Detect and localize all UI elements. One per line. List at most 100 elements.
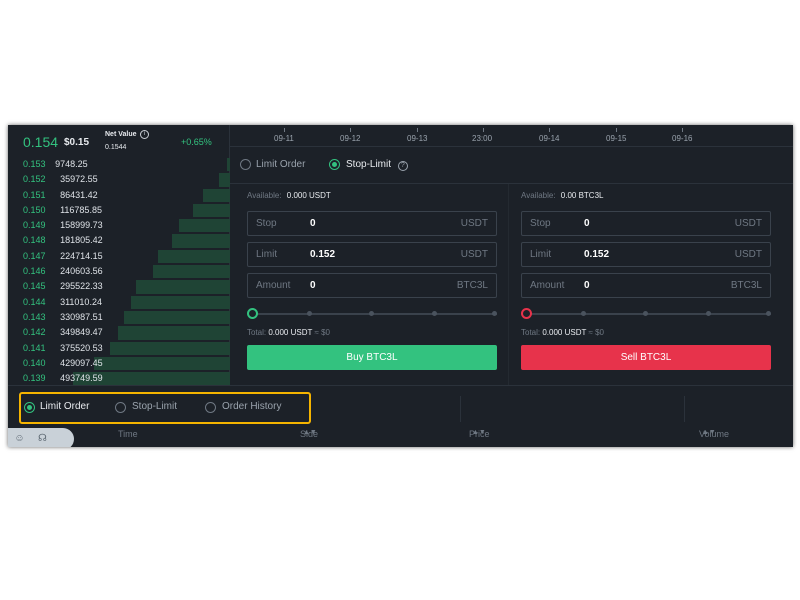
field-unit: USDT [734, 249, 762, 260]
order-book-header: 0.154 $0.15 Net Value i 0.1544 +0.65% [8, 125, 229, 157]
tab-label: Limit Order [256, 159, 306, 170]
row-total: 493749.59 [60, 373, 103, 384]
exchange-window: 0.154 $0.15 Net Value i 0.1544 +0.65% 0.… [8, 125, 793, 447]
order-book-row[interactable]: 0.15030354.43116785.85 [8, 203, 230, 218]
slider-step[interactable] [643, 311, 648, 316]
row-price: 0.152 [23, 174, 46, 185]
column-time[interactable]: Time [118, 429, 138, 439]
net-value-label: Net Value [105, 131, 137, 138]
radio-icon [205, 402, 216, 413]
depth-bar [153, 265, 230, 279]
sort-icon: ▲▼ [702, 429, 716, 436]
order-book-row[interactable]: 0.14125671.06375520.53 [8, 341, 230, 356]
order-book-row[interactable]: 0.14218861.96349849.47 [8, 325, 230, 340]
field-value: 0.152 [584, 249, 610, 260]
field-unit: BTC3L [456, 280, 488, 291]
slider-step[interactable] [581, 311, 586, 316]
smile-icon[interactable]: ☺ [14, 433, 25, 444]
headset-icon[interactable]: ☊ [37, 433, 48, 444]
time-tick: 09-12 [340, 134, 361, 143]
slider-step[interactable] [492, 311, 497, 316]
time-tick: 09-15 [606, 134, 627, 143]
sell-stop-field[interactable]: Stop 0 USDT [521, 211, 771, 236]
order-book-row[interactable]: 0.14742908.73224714.15 [8, 249, 230, 264]
slider-step[interactable] [706, 311, 711, 316]
order-book-row[interactable]: 0.15226224.3035972.55 [8, 172, 230, 187]
time-tick: 09-14 [539, 134, 560, 143]
order-book-rows: 0.1539748.259748.250.15226224.3035972.55… [8, 157, 230, 402]
total-value: 0.000 USDT [542, 328, 587, 337]
field-label: Stop [256, 218, 277, 229]
slider-step[interactable] [766, 311, 771, 316]
sell-available: Available: 0.00 BTC3L [521, 191, 771, 205]
row-total: 429097.45 [60, 357, 103, 368]
info-icon[interactable]: i [140, 130, 149, 139]
field-value: 0 [310, 280, 316, 291]
buy-form: Available: 0.000 USDT Stop 0 USDT Limit … [247, 191, 497, 370]
field-value: 0.152 [310, 249, 336, 260]
slider-knob[interactable] [247, 308, 258, 319]
tab-label: Order History [222, 401, 282, 412]
buy-limit-field[interactable]: Limit 0.152 USDT [247, 242, 497, 267]
available-label: Available: [521, 191, 556, 200]
row-total: 240603.56 [60, 266, 103, 277]
row-total: 375520.53 [60, 342, 103, 353]
tab-stop-limit[interactable]: Stop-Limit ? [329, 159, 408, 171]
order-book-row[interactable]: 0.14615889.41240603.56 [8, 264, 230, 279]
sell-percent-slider[interactable] [521, 302, 771, 326]
sell-button[interactable]: Sell BTC3L [521, 345, 771, 370]
sell-form: Available: 0.00 BTC3L Stop 0 USDT Limit … [521, 191, 771, 370]
order-book-row[interactable]: 0.14415487.91311010.24 [8, 295, 230, 310]
time-tick: 23:00 [472, 134, 493, 143]
slider-step[interactable] [369, 311, 374, 316]
tab-limit-order[interactable]: Limit Order [240, 159, 305, 170]
row-price: 0.144 [23, 296, 46, 307]
help-icon[interactable]: ? [397, 161, 408, 171]
buy-button[interactable]: Buy BTC3L [247, 345, 497, 370]
tab-stop-limit[interactable]: Stop-Limit [115, 401, 177, 413]
sell-total: Total: 0.000 USDT ≈ $0 [521, 328, 771, 342]
divider [684, 396, 685, 422]
slider-track [525, 313, 771, 315]
buy-stop-field[interactable]: Stop 0 USDT [247, 211, 497, 236]
row-total: 181805.42 [60, 235, 103, 246]
available-value: 0.000 USDT [286, 191, 331, 200]
order-book-row[interactable]: 0.14942213.88158999.73 [8, 218, 230, 233]
field-label: Amount [530, 280, 565, 291]
row-price: 0.145 [23, 281, 46, 292]
total-label: Total: [247, 328, 267, 337]
tab-limit-order[interactable]: Limit Order [24, 401, 89, 413]
tab-order-history[interactable]: Order History [205, 401, 282, 413]
order-book-row[interactable]: 0.14822805.69181805.42 [8, 233, 230, 248]
depth-bar [130, 295, 230, 309]
slider-knob[interactable] [521, 308, 532, 319]
order-book-row[interactable]: 0.15150458.8786431.42 [8, 188, 230, 203]
order-book-row[interactable]: 0.1539748.259748.25 [8, 157, 230, 172]
row-price: 0.153 [23, 159, 46, 169]
slider-track [251, 313, 497, 315]
field-unit: USDT [734, 218, 762, 229]
row-price: 0.141 [23, 342, 46, 353]
sell-amount-field[interactable]: Amount 0 BTC3L [521, 273, 771, 298]
order-book-row[interactable]: 0.14319977.27330987.51 [8, 310, 230, 325]
field-unit: USDT [460, 218, 488, 229]
divider [460, 396, 461, 422]
order-book-row[interactable]: 0.14554918.77295522.33 [8, 279, 230, 294]
slider-step[interactable] [307, 311, 312, 316]
depth-bar [158, 249, 230, 264]
field-unit: BTC3L [730, 280, 762, 291]
depth-bar [193, 203, 230, 218]
buy-amount-field[interactable]: Amount 0 BTC3L [247, 273, 497, 298]
field-unit: USDT [460, 249, 488, 260]
net-value: 0.1544 [105, 144, 127, 151]
slider-step[interactable] [432, 311, 437, 316]
tick-mark [483, 128, 484, 132]
sell-limit-field[interactable]: Limit 0.152 USDT [521, 242, 771, 267]
buy-percent-slider[interactable] [247, 302, 497, 326]
available-label: Available: [247, 191, 282, 200]
order-book-row[interactable]: 0.14053576.92429097.45 [8, 356, 230, 371]
depth-bar [94, 356, 230, 371]
sort-icon: ▲▼ [303, 429, 317, 436]
row-price: 0.142 [23, 327, 46, 338]
row-total: 158999.73 [60, 220, 103, 231]
